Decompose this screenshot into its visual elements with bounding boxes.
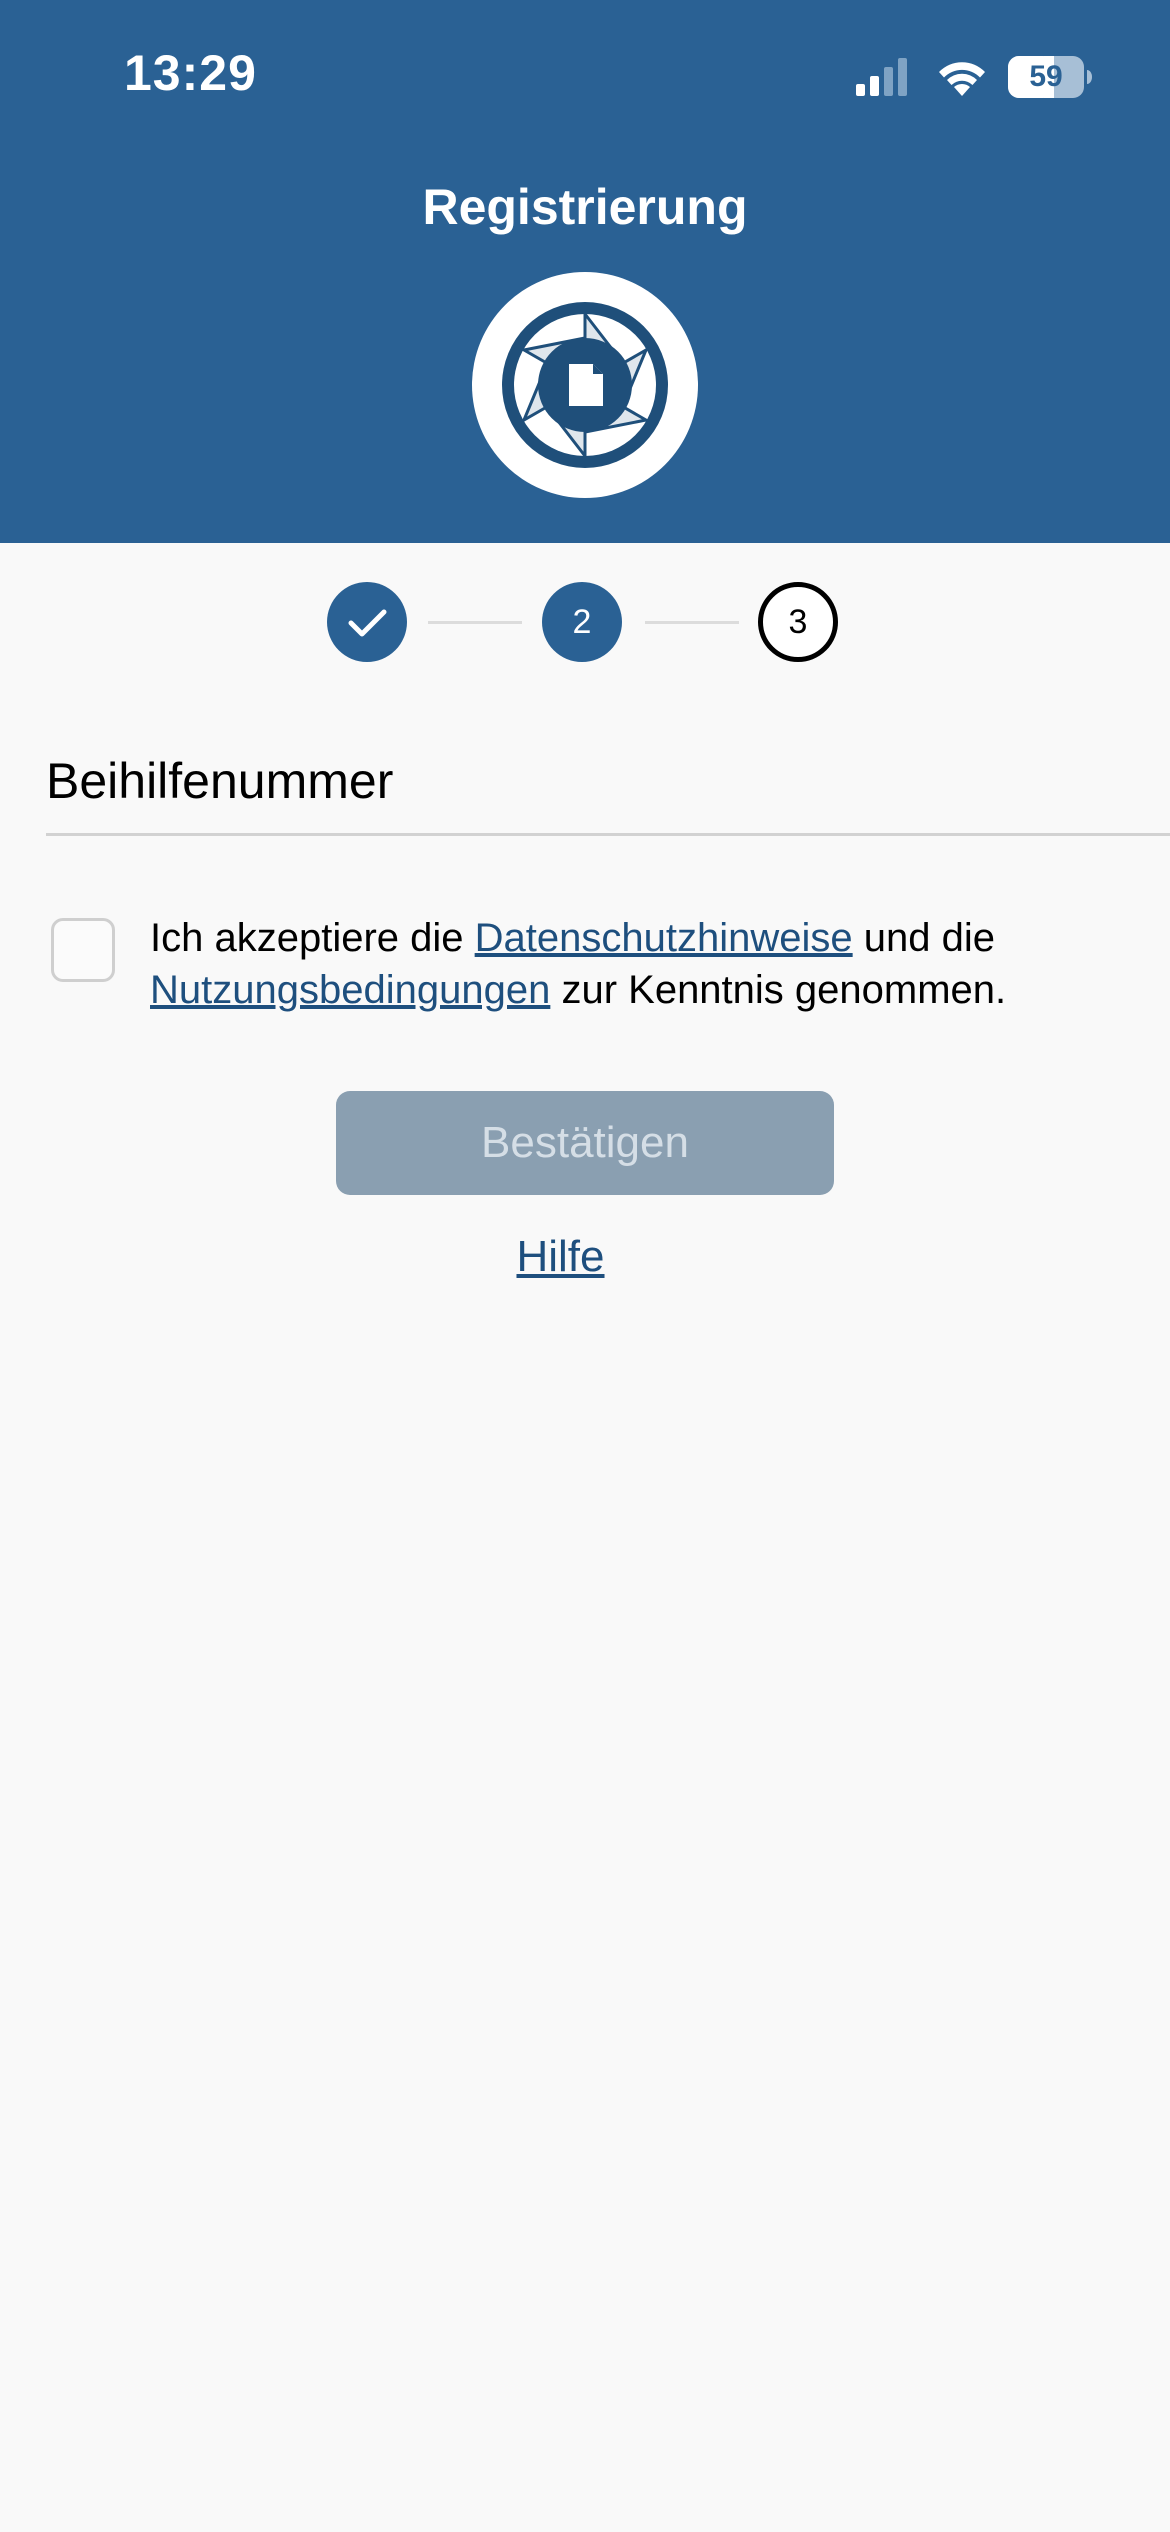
terms-of-use-link[interactable]: Nutzungsbedingungen [150, 968, 550, 1012]
wifi-icon [939, 62, 985, 96]
page-title: Registrierung [422, 179, 748, 235]
step-3-upcoming: 3 [758, 582, 838, 662]
step-connector [645, 621, 739, 624]
consent-checkbox[interactable] [51, 918, 115, 982]
step-2-current: 2 [542, 582, 622, 662]
checkmark-icon [348, 609, 387, 637]
step-connector [428, 621, 522, 624]
consent-text-middle: und die [852, 916, 995, 960]
help-link[interactable]: Hilfe [0, 1232, 1121, 1282]
privacy-notice-link[interactable]: Datenschutzhinweise [475, 916, 853, 960]
status-time: 13:29 [124, 45, 257, 101]
input-underline [46, 833, 1170, 836]
battery-level: 59 [1029, 60, 1063, 93]
consent-text: Ich akzeptiere die Datenschutzhinweise u… [150, 912, 1110, 1016]
cellular-signal-icon [856, 58, 907, 96]
header: 13:29 59 Registrierung [0, 0, 1170, 543]
confirm-button[interactable]: Bestätigen [336, 1091, 834, 1195]
step-1-completed [327, 582, 407, 662]
beihilfenummer-input[interactable]: Beihilfenummer [46, 752, 393, 810]
registration-stepper: 2 3 [0, 580, 1170, 664]
consent-text-before: Ich akzeptiere die [150, 916, 475, 960]
consent-text-after: zur Kenntnis genommen. [550, 968, 1007, 1012]
camera-aperture-document-icon [472, 272, 698, 498]
